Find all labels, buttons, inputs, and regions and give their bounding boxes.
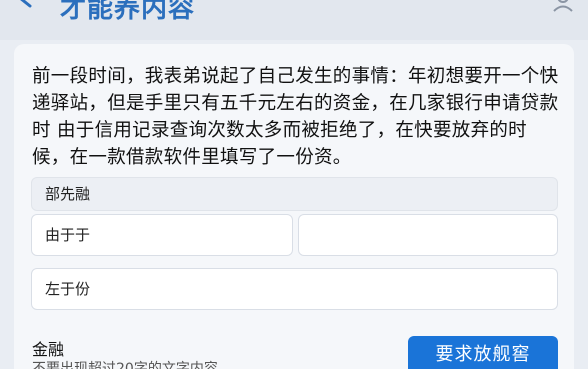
text-field-2[interactable]: [298, 214, 558, 256]
user-icon[interactable]: [552, 0, 574, 12]
text-field-1[interactable]: 由于于: [31, 214, 293, 256]
submit-button[interactable]: 要求放舰窖: [408, 336, 558, 369]
page-title: 才能养内容: [60, 0, 196, 24]
post-paragraph: 前一段时间，我表弟说起了自己发生的事情：年初想要开一个快递驿站，但是手里只有五千…: [32, 66, 559, 168]
category-label: 金融: [32, 340, 65, 359]
top-bar: 才能养内容: [0, 0, 588, 40]
text-field-3[interactable]: 左于份: [31, 268, 558, 310]
hint-text: 不要出现超过20字的文字内容: [32, 361, 218, 369]
back-arrow-icon[interactable]: [16, 0, 46, 12]
section-label: 部先融: [31, 177, 558, 211]
